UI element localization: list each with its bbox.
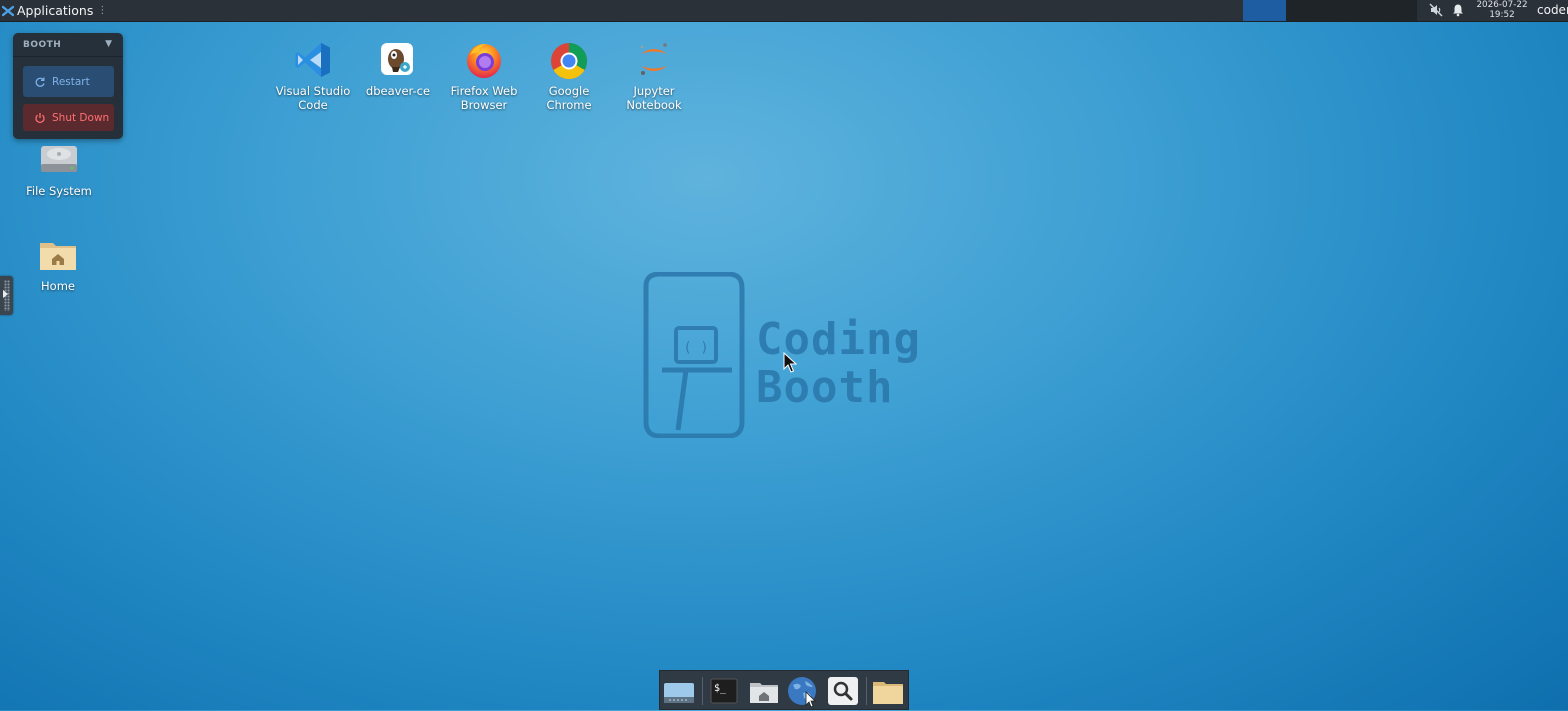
xfce-logo-icon [2, 5, 14, 17]
dock-separator [702, 677, 703, 705]
desktop-icon-dbeaver[interactable]: dbeaver-ce [358, 40, 438, 98]
applications-menu-button[interactable]: Applications ⋮ [2, 0, 107, 21]
jupyter-label-1: Jupyter [633, 84, 675, 98]
workspace-1[interactable] [1243, 0, 1286, 21]
desktop-icon-chrome[interactable]: Google Chrome [529, 40, 609, 112]
jupyter-icon [634, 40, 674, 80]
collapse-caret-icon[interactable]: ▼ [105, 39, 112, 49]
booth-divider [13, 56, 123, 57]
menu-handle-icon: ⋮ [97, 5, 108, 16]
dbeaver-label: dbeaver-ce [365, 84, 431, 98]
web-browser-icon[interactable] [787, 675, 819, 708]
desktop-icon-vscode[interactable]: Visual Studio Code [273, 40, 353, 112]
bottom-dock: $_ [659, 670, 909, 710]
top-panel: Applications ⋮ 2026-07-22 19:52 coder [0, 0, 1568, 22]
notification-bell-icon[interactable] [1451, 3, 1465, 17]
clock-time: 19:52 [1489, 9, 1515, 20]
desktop-icon-firefox[interactable]: Firefox Web Browser [444, 40, 524, 112]
power-icon [35, 112, 45, 123]
shutdown-label: Shut Down [52, 111, 110, 124]
file-system-label: File System [26, 184, 92, 198]
home-folder-icon[interactable] [748, 675, 780, 707]
watermark-line-2: Booth [756, 362, 894, 413]
panel-clock[interactable]: 2026-07-22 19:52 [1473, 0, 1531, 20]
muted-speaker-icon[interactable] [1429, 3, 1443, 17]
side-panel-handle[interactable] [0, 276, 13, 315]
dock-separator-2 [866, 677, 867, 705]
home-folder-desktop-icon [38, 235, 78, 275]
restart-button[interactable]: Restart [23, 66, 114, 97]
firefox-icon [464, 40, 504, 80]
booth-widget: BOOTH ▼ Restart Shut Down [13, 33, 123, 139]
vscode-label-2: Code [298, 98, 328, 112]
terminal-icon[interactable]: $_ [708, 675, 740, 707]
hard-drive-icon [39, 140, 79, 180]
applications-label: Applications [17, 3, 94, 18]
show-desktop-icon[interactable] [663, 675, 695, 707]
window-buttons-area[interactable] [1286, 0, 1417, 21]
expand-arrow-icon [3, 290, 8, 298]
jupyter-label-2: Notebook [626, 98, 682, 112]
firefox-label-2: Browser [460, 98, 508, 112]
vscode-icon [293, 40, 333, 80]
home-label: Home [41, 279, 75, 293]
restart-icon [35, 77, 45, 87]
svg-text:$_: $_ [714, 683, 727, 694]
search-icon[interactable] [827, 675, 859, 707]
watermark-line-1: Coding [756, 314, 921, 365]
chrome-icon [549, 40, 589, 80]
shutdown-button[interactable]: Shut Down [23, 104, 114, 131]
desktop-icon-jupyter[interactable]: Jupyter Notebook [614, 40, 694, 112]
desktop-icon-file-system[interactable]: File System [19, 140, 99, 198]
file-manager-icon[interactable] [872, 675, 904, 707]
chrome-label-1: Google [548, 84, 590, 98]
mouse-cursor-icon [783, 351, 798, 378]
svg-text:( ): ( ) [683, 340, 708, 356]
vscode-label-1: Visual Studio [275, 84, 351, 98]
restart-label: Restart [52, 75, 90, 88]
chrome-label-2: Chrome [546, 98, 592, 112]
user-name[interactable]: coder [1537, 3, 1568, 17]
desktop-icon-home[interactable]: Home [18, 235, 98, 293]
booth-title: BOOTH [23, 40, 62, 50]
firefox-label-1: Firefox Web [450, 84, 518, 98]
dbeaver-icon [378, 40, 418, 80]
booth-logo-icon: ( ) [643, 271, 745, 439]
